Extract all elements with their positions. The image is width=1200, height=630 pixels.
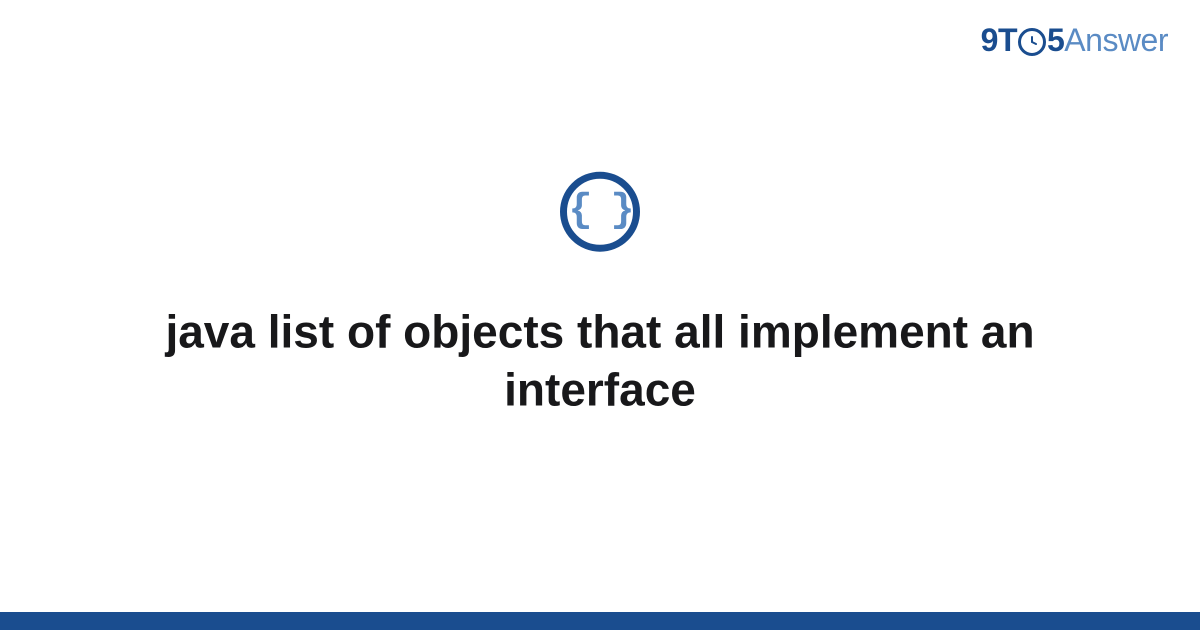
category-icon-circle: { } [560,172,640,252]
page-title: java list of objects that all implement … [150,304,1050,419]
logo-text-5: 5 [1047,22,1064,59]
logo-clock-icon [1018,28,1046,56]
footer-bar [0,612,1200,630]
code-braces-icon: { } [568,192,631,232]
main-content: { } java list of objects that all implem… [0,172,1200,419]
site-logo: 9T 5 Answer [981,22,1168,59]
logo-text-answer: Answer [1064,22,1168,59]
logo-text-9t: 9T [981,22,1017,59]
